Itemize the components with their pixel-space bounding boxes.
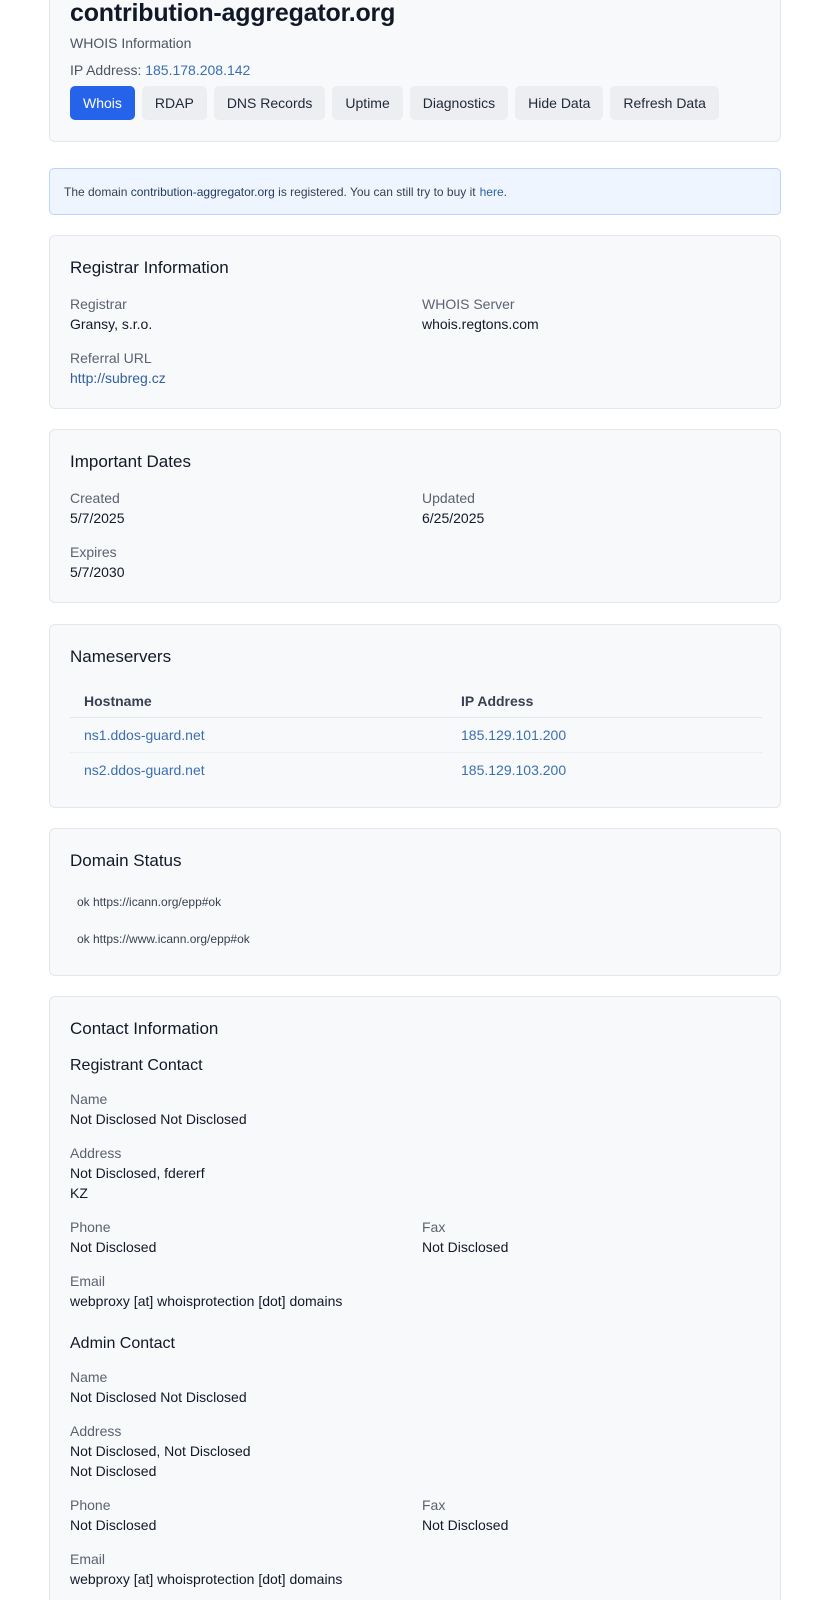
table-row: ns2.ddos-guard.net 185.129.103.200 [70,752,762,787]
admin-email: Email webproxy [at] whoisprotection [dot… [70,1549,342,1589]
field-value: 6/25/2025 [422,510,485,526]
field-label: WHOIS Server [422,296,515,312]
tab-dns-records[interactable]: DNS Records [213,86,326,120]
field-label: Phone [70,1219,111,1235]
field-value: webproxy [at] whoisprotection [dot] doma… [70,1571,343,1587]
field-value: Not Disclosed, fdererf [70,1165,205,1181]
field-label: Email [70,1551,106,1567]
field-label: Expires [70,544,117,560]
field-value: Not Disclosed [422,1239,509,1255]
field-value: Not Disclosed Not Disclosed [70,1389,247,1405]
field-label: Phone [70,1497,111,1513]
field-registrar: Registrar Gransy, s.r.o. [70,294,152,334]
alert-domain: contribution-aggregator.org [130,184,275,199]
status-item: ok https://www.icann.org/epp#ok [77,932,250,946]
tab-whois[interactable]: Whois [70,86,135,120]
registrant-email: Email webproxy [at] whoisprotection [dot… [70,1271,342,1311]
field-label: Email [70,1273,106,1289]
refresh-data-button[interactable]: Refresh Data [610,86,719,120]
column-header-ip: IP Address [447,685,762,718]
field-label: Registrar [70,296,127,312]
ip-address-line: IP Address: 185.178.208.142 [70,62,250,78]
field-referral-url: Referral URL http://subreg.cz [70,348,166,388]
table-row: ns1.ddos-guard.net 185.129.101.200 [70,717,762,753]
hide-data-button[interactable]: Hide Data [515,86,604,120]
registrant-name: Name Not Disclosed Not Disclosed [70,1089,247,1129]
nameservers-card: Nameservers Hostname IP Address ns1.ddos… [49,624,781,808]
field-label: Fax [422,1497,446,1513]
nameserver-hostname-link[interactable]: ns1.ddos-guard.net [70,717,447,753]
field-label: Updated [422,490,475,506]
section-title-registrar: Registrar Information [70,258,229,277]
nameserver-ip-link[interactable]: 185.129.101.200 [447,717,762,753]
field-label: Address [70,1423,122,1439]
registrant-contact-title: Registrant Contact [70,1057,203,1074]
alert-text: is registered. You can still try to buy … [278,184,476,199]
field-value: Not Disclosed [70,1517,157,1533]
field-whois-server: WHOIS Server whois.regtons.com [422,294,539,334]
field-value: KZ [70,1185,88,1201]
ip-address-label: IP Address: [70,62,142,78]
domain-header-card: contribution-aggregator.org WHOIS Inform… [49,0,781,142]
buy-domain-link[interactable]: here [480,185,504,199]
alert-prefix: The domain [64,184,128,199]
tab-uptime[interactable]: Uptime [332,86,403,120]
field-value: Not Disclosed Not Disclosed [70,1111,247,1127]
admin-address: Address Not Disclosed, Not Disclosed Not… [70,1421,251,1481]
status-item: ok https://icann.org/epp#ok [77,895,222,909]
field-value: Gransy, s.r.o. [70,316,153,332]
section-title-dates: Important Dates [70,452,191,471]
registration-alert: The domain contribution-aggregator.org i… [49,168,781,215]
field-label: Address [70,1145,122,1161]
field-expires: Expires 5/7/2030 [70,542,125,582]
field-created: Created 5/7/2025 [70,488,125,528]
page-subtitle: WHOIS Information [70,35,192,51]
nameserver-hostname-link[interactable]: ns2.ddos-guard.net [70,752,447,787]
admin-name: Name Not Disclosed Not Disclosed [70,1367,247,1407]
registrant-address: Address Not Disclosed, fdererf KZ [70,1143,205,1203]
field-label: Referral URL [70,350,152,366]
field-label: Name [70,1369,108,1385]
section-title-status: Domain Status [70,851,182,870]
page-title: contribution-aggregator.org [70,0,396,27]
contact-card: Contact Information Registrant Contact N… [49,996,781,1600]
field-updated: Updated 6/25/2025 [422,488,484,528]
registrar-card: Registrar Information Registrar Gransy, … [49,235,781,409]
alert-suffix: . [503,184,507,199]
field-value: webproxy [at] whoisprotection [dot] doma… [70,1293,343,1309]
admin-fax: Fax Not Disclosed [422,1495,508,1535]
field-value: Not Disclosed, Not Disclosed [70,1443,251,1459]
admin-contact-title: Admin Contact [70,1335,175,1352]
field-value: 5/7/2025 [70,510,125,526]
column-header-hostname: Hostname [70,685,447,718]
field-value: Not Disclosed [422,1517,509,1533]
field-label: Fax [422,1219,446,1235]
tab-diagnostics[interactable]: Diagnostics [409,86,509,120]
tab-bar: Whois RDAP DNS Records Uptime Diagnostic… [70,86,719,120]
registrant-fax: Fax Not Disclosed [422,1217,508,1257]
field-value: whois.regtons.com [422,316,539,332]
field-value: 5/7/2030 [70,564,125,580]
nameserver-ip-link[interactable]: 185.129.103.200 [447,752,762,787]
field-label: Created [70,490,120,506]
section-title-contact: Contact Information [70,1019,219,1038]
ip-address-link[interactable]: 185.178.208.142 [145,62,250,78]
domain-status-card: Domain Status ok https://icann.org/epp#o… [49,828,781,976]
registrant-phone: Phone Not Disclosed [70,1217,156,1257]
table-header-row: Hostname IP Address [70,685,762,718]
field-value: Not Disclosed [70,1239,157,1255]
dates-card: Important Dates Created 5/7/2025 Updated… [49,429,781,603]
nameservers-table: Hostname IP Address ns1.ddos-guard.net 1… [70,685,762,787]
field-value: Not Disclosed [70,1463,157,1479]
admin-phone: Phone Not Disclosed [70,1495,156,1535]
tab-rdap[interactable]: RDAP [141,86,207,120]
referral-url-link[interactable]: http://subreg.cz [70,368,166,388]
section-title-nameservers: Nameservers [70,647,172,666]
field-label: Name [70,1091,108,1107]
